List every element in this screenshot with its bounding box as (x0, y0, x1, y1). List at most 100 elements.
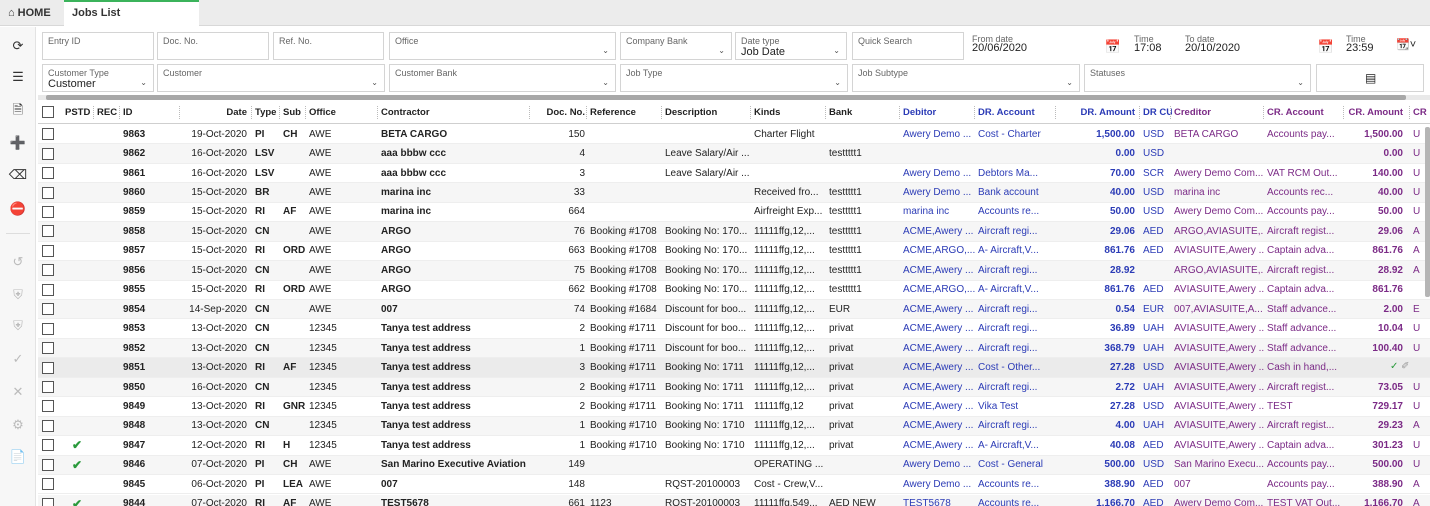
column-header[interactable]: Contractor (378, 101, 528, 123)
checkbox[interactable] (42, 244, 54, 257)
from-date-picker[interactable]: From date 20/06/2020 📅 (967, 31, 1127, 61)
column-header[interactable]: CR (1410, 101, 1430, 123)
checkbox[interactable] (42, 264, 54, 277)
eraser-icon[interactable]: ⌫ (0, 163, 36, 187)
column-header[interactable]: DR CUR (1140, 101, 1172, 123)
document-icon[interactable]: 🗎 (0, 98, 36, 122)
column-resize-handle[interactable] (1170, 106, 1171, 119)
column-resize-handle[interactable] (1139, 106, 1140, 119)
columns-button[interactable]: ▤ (1316, 64, 1424, 92)
undo-icon[interactable]: ↺ (0, 250, 36, 274)
table-row[interactable]: 9860 15-Oct-2020 BR AWE marina inc 33 Received… (38, 183, 1430, 203)
table-row[interactable]: 9845 06-Oct-2020 PI LEA AWE 007 148 RQST-201000… (38, 475, 1430, 495)
checkbox[interactable] (42, 106, 54, 118)
shield-x-icon[interactable]: ⛨ (0, 314, 36, 338)
column-header[interactable]: Bank (826, 101, 902, 123)
row-checkbox[interactable] (38, 144, 58, 162)
checkbox[interactable] (42, 478, 54, 491)
column-header[interactable]: Debitor (900, 101, 976, 123)
company-bank-select[interactable]: Company Bank ⌄ (620, 32, 732, 60)
row-checkbox[interactable] (38, 164, 58, 182)
row-checkbox[interactable] (38, 495, 58, 506)
customer-type-select[interactable]: Customer Type Customer ⌄ (42, 64, 154, 92)
column-resize-handle[interactable] (1409, 106, 1410, 119)
table-row[interactable]: 9862 16-Oct-2020 LSV AWE aaa bbbw ccc 4 Leave … (38, 144, 1430, 164)
row-checkbox[interactable] (38, 203, 58, 221)
checkbox[interactable] (42, 128, 54, 141)
select-all-checkbox[interactable] (38, 101, 58, 123)
to-time-input[interactable]: Time 23:59 (1341, 31, 1389, 61)
table-row[interactable]: 9857 15-Oct-2020 RI ORD AWE ARGO 663 Booking #1… (38, 242, 1430, 262)
entry-id-filter[interactable]: Entry ID (42, 32, 154, 60)
column-header[interactable]: Sub (280, 101, 306, 123)
checkbox[interactable] (42, 458, 54, 471)
column-header[interactable]: REC (94, 101, 122, 123)
column-header[interactable]: Type (252, 101, 278, 123)
column-header[interactable]: CR. Account (1264, 101, 1344, 123)
checkbox[interactable] (42, 167, 54, 180)
remove-icon[interactable]: ⛔ (0, 197, 36, 221)
table-row[interactable]: ✔ 9847 12-Oct-2020 RI H 12345 Tanya test addre… (38, 436, 1430, 456)
checkbox[interactable] (42, 419, 54, 432)
column-header[interactable]: Description (662, 101, 752, 123)
customer-select[interactable]: Customer ⌄ (157, 64, 385, 92)
vertical-scrollbar-thumb[interactable] (1425, 127, 1430, 297)
table-row[interactable]: ✔ 9846 07-Oct-2020 PI CH AWE San Marino Execut… (38, 455, 1430, 476)
checkbox[interactable] (42, 497, 54, 506)
table-row[interactable]: 9849 13-Oct-2020 RI GNR 12345 Tanya test addr… (38, 397, 1430, 417)
from-time-input[interactable]: Time 17:08 (1129, 31, 1174, 61)
column-resize-handle[interactable] (1263, 106, 1264, 119)
tab-jobs-list[interactable]: Jobs List (64, 0, 199, 27)
table-row[interactable]: 9852 13-Oct-2020 CN 12345 Tanya test address… (38, 338, 1430, 359)
to-date-picker[interactable]: To date 20/10/2020 📅 (1180, 31, 1340, 61)
column-header[interactable]: ID (120, 101, 178, 123)
column-resize-handle[interactable] (750, 106, 751, 119)
column-header[interactable]: Office (306, 101, 378, 123)
date-type-select[interactable]: Date type Job Date ⌄ (735, 32, 847, 60)
row-checkbox[interactable] (38, 339, 58, 357)
checkbox[interactable] (42, 225, 54, 238)
column-header[interactable]: Creditor (1171, 101, 1264, 123)
table-row[interactable]: ✔ 9844 07-Oct-2020 RI AF AWE TEST5678 661 1123 RQ… (38, 494, 1430, 506)
calendar-icon[interactable]: 📅 (1105, 39, 1121, 55)
column-resize-handle[interactable] (93, 106, 94, 119)
column-header[interactable]: Reference (587, 101, 662, 123)
job-type-select[interactable]: Job Type ⌄ (620, 64, 848, 92)
table-row[interactable]: 9853 13-Oct-2020 CN 12345 Tanya test address… (38, 320, 1430, 339)
column-resize-handle[interactable] (377, 106, 378, 119)
row-checkbox[interactable] (38, 378, 58, 396)
checkbox[interactable] (42, 205, 54, 218)
row-checkbox[interactable] (38, 183, 58, 201)
table-row[interactable]: 9856 15-Oct-2020 CN AWE ARGO 75 Booking #1708 B… (38, 261, 1430, 281)
column-resize-handle[interactable] (279, 106, 280, 119)
customer-bank-select[interactable]: Customer Bank ⌄ (389, 64, 616, 92)
checkbox[interactable] (42, 439, 54, 452)
table-row[interactable]: 9863 19-Oct-2020 PI CH AWE BETA CARGO 150 Chart… (38, 125, 1430, 145)
column-resize-handle[interactable] (899, 106, 900, 119)
calendar-icon[interactable]: 📅 (1318, 39, 1334, 55)
checkbox[interactable] (42, 147, 54, 160)
checkbox[interactable] (42, 283, 54, 296)
row-checkbox[interactable] (38, 261, 58, 279)
column-header[interactable]: PSTD (62, 101, 92, 123)
column-header[interactable]: DR. Amount (1056, 101, 1138, 123)
column-resize-handle[interactable] (974, 106, 975, 119)
calendar-options-button[interactable]: 📆˅ (1394, 36, 1424, 56)
column-header[interactable]: Date (180, 101, 250, 123)
column-resize-handle[interactable] (179, 106, 180, 119)
approve-icon[interactable]: ✓ (1390, 361, 1401, 372)
row-checkbox[interactable] (38, 397, 58, 415)
checkbox[interactable] (42, 303, 54, 316)
table-row[interactable]: 9855 15-Oct-2020 RI ORD AWE ARGO 662 Booking #1… (38, 281, 1430, 300)
table-row[interactable]: 9851 13-Oct-2020 RI AF 12345 Tanya test addre… (38, 358, 1430, 378)
column-resize-handle[interactable] (305, 106, 306, 119)
refresh-icon[interactable]: ⟳ (0, 34, 36, 58)
table-row[interactable]: 9854 14-Sep-2020 CN AWE 007 74 Booking #1684 Di… (38, 300, 1430, 320)
row-checkbox[interactable] (38, 436, 58, 454)
row-checkbox[interactable] (38, 222, 58, 240)
checkbox[interactable] (42, 400, 54, 413)
row-checkbox[interactable] (38, 358, 58, 376)
row-checkbox[interactable] (38, 300, 58, 318)
office-select[interactable]: Office ⌄ (389, 32, 616, 60)
statuses-select[interactable]: Statuses ⌄ (1084, 64, 1311, 92)
